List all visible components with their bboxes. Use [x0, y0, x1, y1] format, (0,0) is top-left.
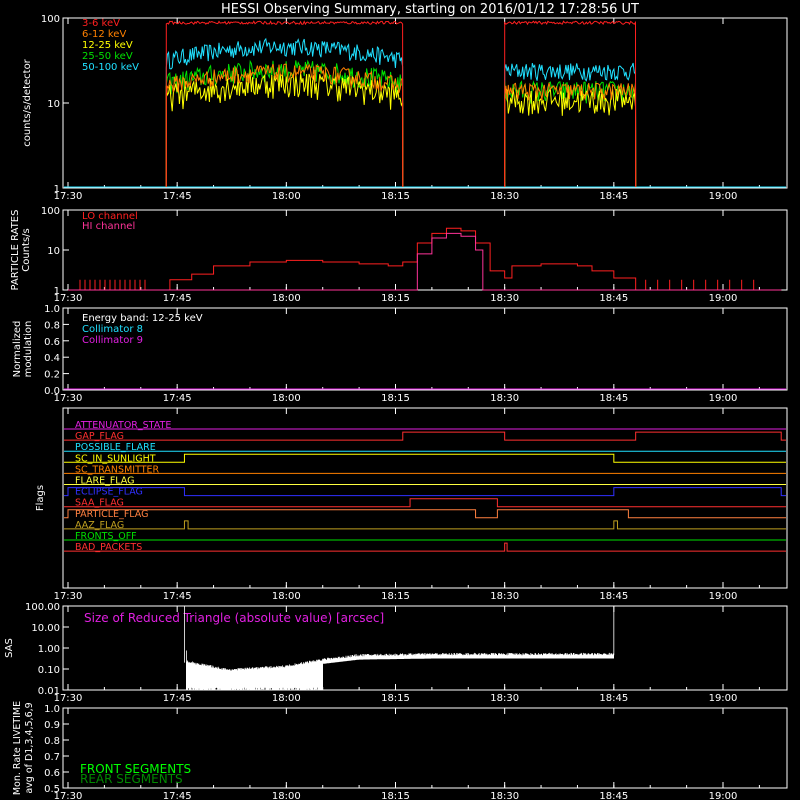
flag-label-8: PARTICLE_FLAG: [75, 509, 148, 520]
livetime-ytick-label: 1.0: [44, 704, 60, 715]
flag-label-0: ATTENUATOR_STATE: [75, 420, 171, 431]
livetime-xtick-label: 18:00: [272, 791, 301, 800]
sas-ylabel: SAS: [4, 638, 15, 658]
modulation-legend-1: Collimator 9: [82, 335, 143, 346]
livetime-xtick-label: 18:45: [599, 791, 628, 800]
flags-xtick-label: 18:30: [490, 591, 519, 602]
flags-xtick-label: 17:30: [54, 591, 83, 602]
modulation-ytick-label: 0.8: [44, 320, 60, 331]
particle-legend-1: HI channel: [82, 221, 135, 232]
particle-ylabel: PARTICLE RATES: [10, 210, 21, 291]
lightcurve-ytick-label: 1: [54, 184, 60, 195]
livetime-xtick-label: 18:30: [490, 791, 519, 800]
particle-ytick-label: 1: [54, 286, 60, 297]
lightcurve-legend-1: 6-12 keV: [82, 29, 126, 40]
livetime-ytick-label: 0.8: [44, 736, 60, 747]
modulation-ytick-label: 0.0: [44, 386, 60, 397]
lightcurve-xtick-label: 18:45: [599, 191, 628, 202]
modulation-legend-0: Collimator 8: [82, 324, 143, 335]
particle-xtick-label: 18:00: [272, 293, 301, 304]
particle-xtick-label: 17:45: [163, 293, 192, 304]
sas-ytick-label: 1.00: [38, 644, 60, 655]
flag-label-10: FRONTS_OFF: [75, 531, 137, 542]
sas-xtick-label: 18:30: [490, 693, 519, 704]
particle-xtick-label: 19:00: [709, 293, 738, 304]
flags-xtick-label: 18:00: [272, 591, 301, 602]
particle-xtick-label: 18:30: [490, 293, 519, 304]
livetime-ytick-label: 0.7: [44, 752, 60, 763]
lightcurve-legend-0: 3-6 keV: [82, 18, 120, 29]
sas-ytick-label: 0.10: [38, 665, 60, 676]
hessi-summary-chart: HESSI Observing Summary, starting on 201…: [0, 0, 800, 800]
sas-xtick-label: 18:00: [272, 693, 301, 704]
lightcurve-xtick-label: 18:30: [490, 191, 519, 202]
modulation-ytick-label: 1.0: [44, 304, 60, 315]
lightcurve-legend-3: 25-50 keV: [82, 51, 133, 62]
flags-xtick-label: 18:45: [599, 591, 628, 602]
flag-label-7: SAA_FLAG: [75, 498, 124, 509]
modulation-xtick-label: 17:45: [163, 393, 192, 404]
sas-xtick-label: 18:45: [599, 693, 628, 704]
particle-xtick-label: 18:45: [599, 293, 628, 304]
sas-xtick-label: 18:15: [381, 693, 410, 704]
flag-label-6: ECLIPSE_FLAG: [75, 487, 143, 498]
sas-xtick-label: 19:00: [709, 693, 738, 704]
livetime-ylabel: Mon. Rate LIVETIME: [12, 701, 23, 795]
modulation-xtick-label: 18:30: [490, 393, 519, 404]
flag-label-1: GAP_FLAG: [75, 431, 124, 442]
lightcurve-ytick-label: 10: [47, 99, 60, 110]
modulation-ytick-label: 0.4: [44, 353, 60, 364]
livetime-xtick-label: 18:15: [381, 791, 410, 800]
sas-ytick-label: 10.00: [31, 623, 60, 634]
flag-label-9: AAZ_FLAG: [75, 520, 124, 531]
livetime-ytick-label: 0.6: [44, 768, 60, 779]
lightcurve-ytick-label: 100: [41, 14, 60, 25]
modulation-ytick-label: 0.2: [44, 370, 60, 381]
sas-xtick-label: 17:45: [163, 693, 192, 704]
livetime-xtick-label: 19:00: [709, 791, 738, 800]
livetime-ylabel-2: avg of D1,3,4,5,6,9: [24, 702, 35, 793]
lightcurve-xtick-label: 19:00: [709, 191, 738, 202]
flags-xtick-label: 17:45: [163, 591, 192, 602]
livetime-ytick-label: 0.5: [44, 784, 60, 795]
modulation-xtick-label: 19:00: [709, 393, 738, 404]
modulation-xtick-label: 18:15: [381, 393, 410, 404]
flag-label-11: BAD_PACKETS: [75, 542, 142, 553]
lightcurve-legend-2: 12-25 keV: [82, 40, 133, 51]
modulation-ylabel-2: modulation: [23, 321, 34, 378]
livetime-ytick-label: 0.9: [44, 720, 60, 731]
flag-label-3: SC_IN_SUNLIGHT: [75, 453, 156, 464]
lightcurve-ylabel: counts/s/detector: [22, 58, 33, 146]
modulation-annotation: Energy band: 12-25 keV: [82, 313, 203, 324]
chart-title: HESSI Observing Summary, starting on 201…: [221, 2, 639, 17]
modulation-ylabel: Normalized: [12, 321, 23, 378]
particle-ytick-label: 10: [47, 246, 60, 257]
livetime-legend-1: REAR SEGMENTS: [80, 772, 183, 786]
livetime-xtick-label: 17:45: [163, 791, 192, 800]
flag-label-2: POSSIBLE_FLARE: [75, 442, 156, 453]
flags-xtick-label: 19:00: [709, 591, 738, 602]
particle-ylabel-2: Counts/s: [21, 228, 32, 272]
sas-annotation: Size of Reduced Triangle (absolute value…: [84, 611, 384, 625]
flag-label-4: SC_TRANSMITTER: [75, 464, 160, 475]
sas-ytick-label: 100.00: [25, 602, 60, 613]
particle-xtick-label: 18:15: [381, 293, 410, 304]
modulation-xtick-label: 18:00: [272, 393, 301, 404]
modulation-xtick-label: 18:45: [599, 393, 628, 404]
lightcurve-xtick-label: 17:45: [163, 191, 192, 202]
modulation-ytick-label: 0.6: [44, 337, 60, 348]
particle-ytick-label: 100: [41, 206, 60, 217]
lightcurve-xtick-label: 18:15: [381, 191, 410, 202]
lightcurve-xtick-label: 18:00: [272, 191, 301, 202]
flags-ylabel: Flags: [35, 485, 46, 511]
sas-ytick-label: 0.01: [38, 686, 60, 697]
flag-label-5: FLARE_FLAG: [75, 476, 135, 487]
lightcurve-legend-4: 50-100 keV: [82, 62, 139, 73]
flags-xtick-label: 18:15: [381, 591, 410, 602]
